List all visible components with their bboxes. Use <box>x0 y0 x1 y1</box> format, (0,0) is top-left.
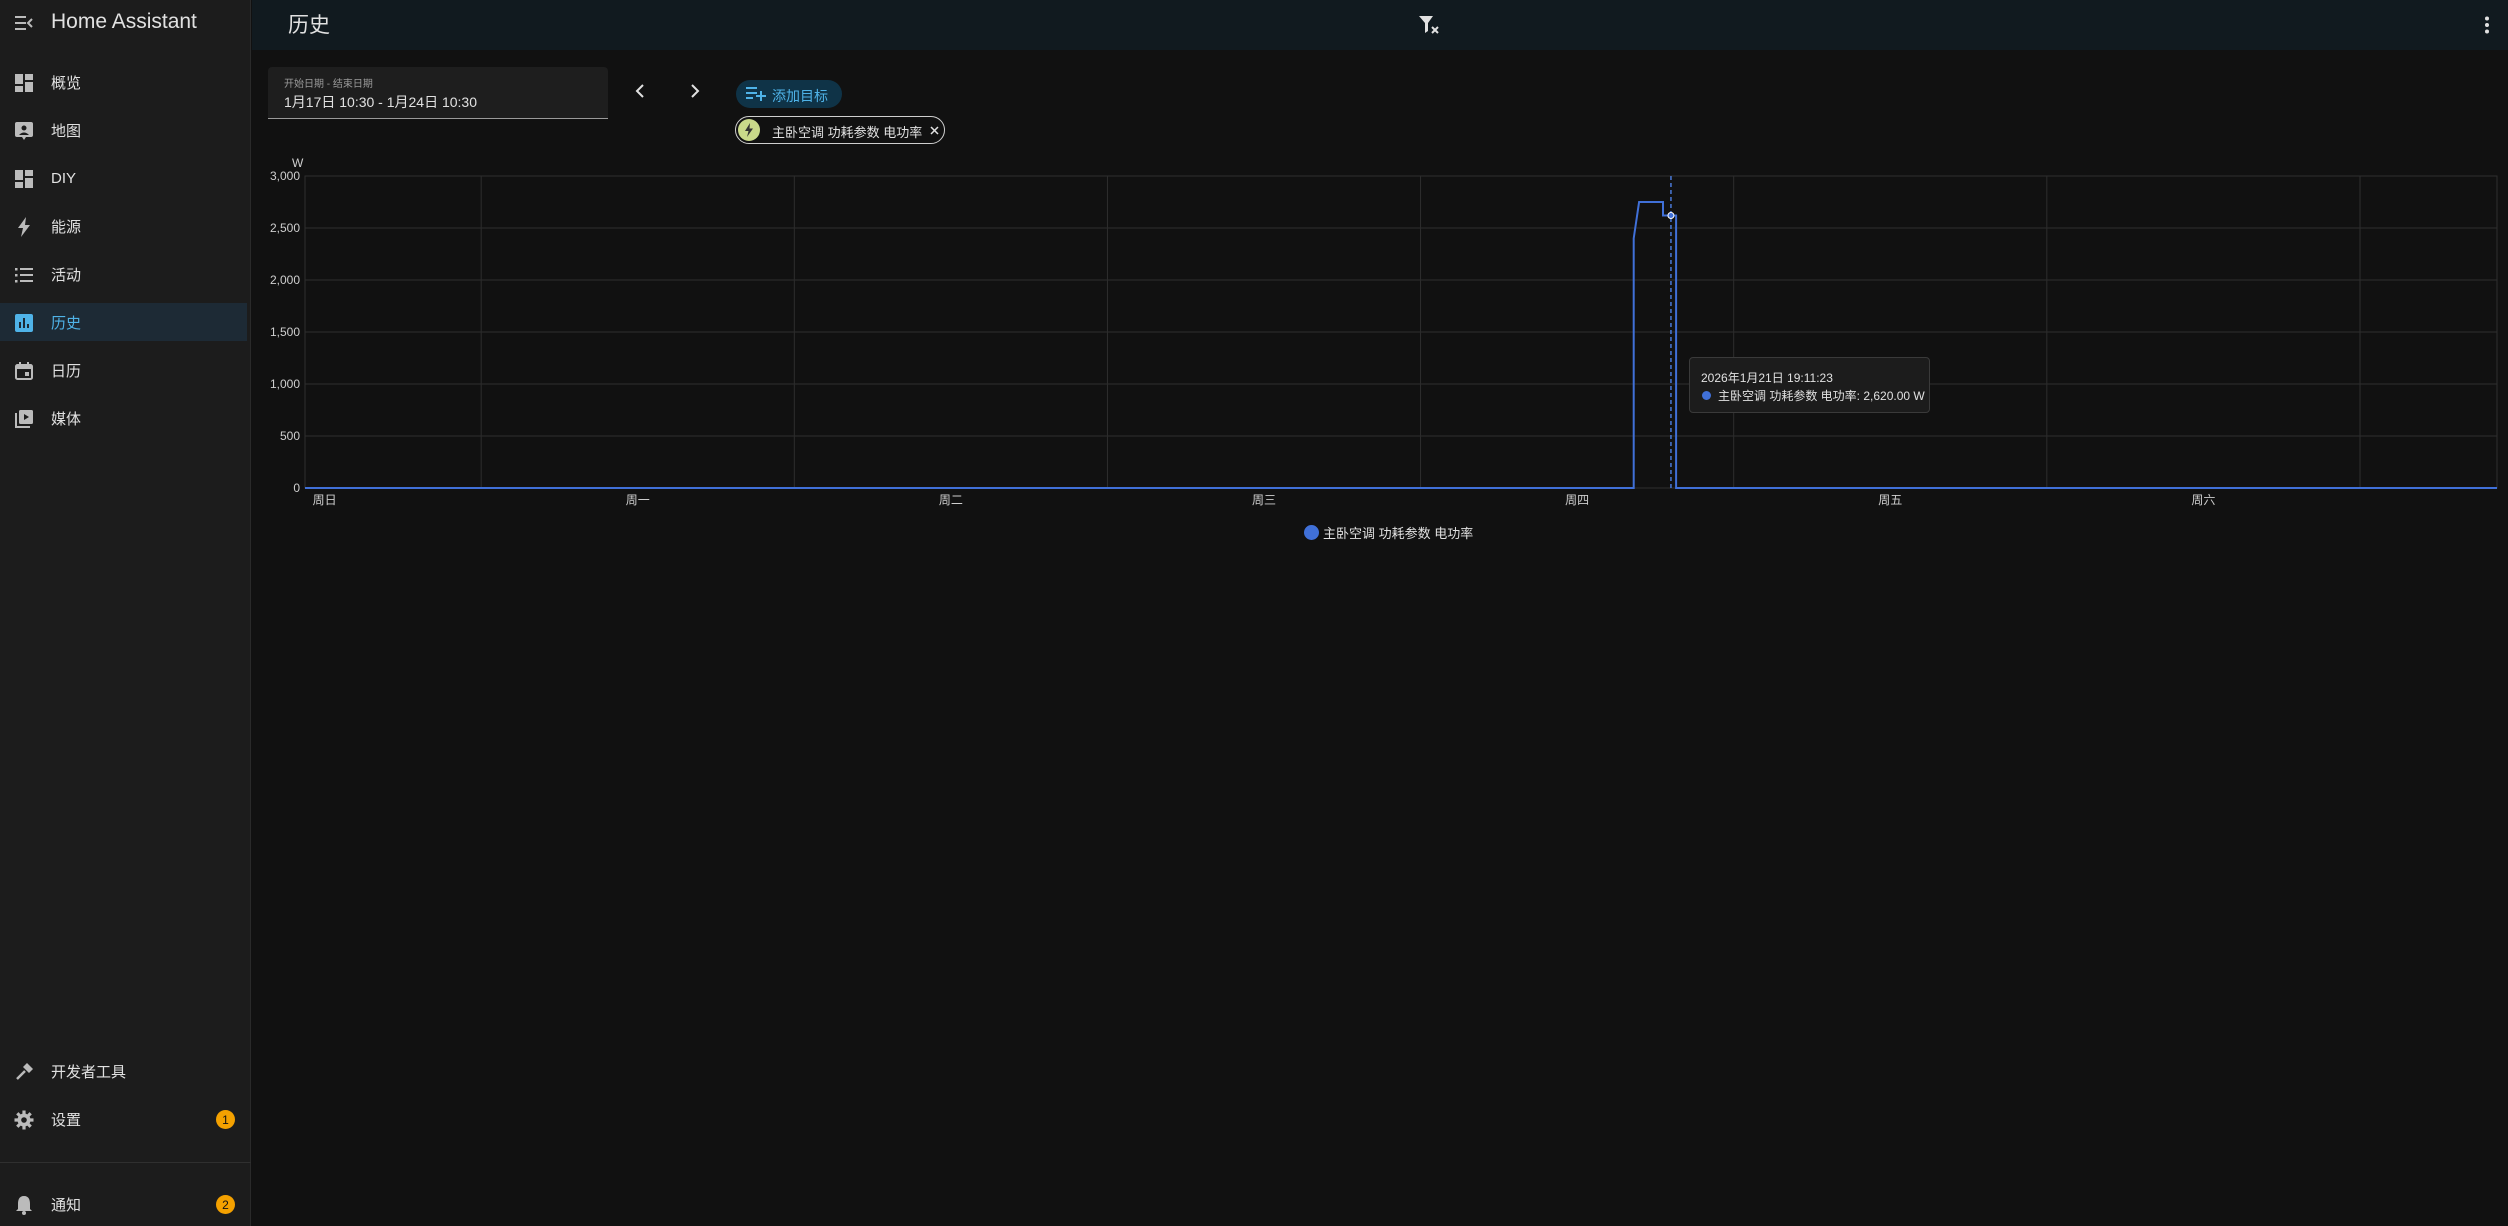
x-tick-label: 周三 <box>1252 493 1276 507</box>
gear-icon <box>13 1109 34 1130</box>
chevron-right-icon <box>690 83 700 103</box>
page-title: 历史 <box>288 14 330 37</box>
top-app-bar: 历史 <box>252 0 2508 50</box>
date-range-picker[interactable]: 开始日期 - 结束日期 1月17日 10:30 - 1月24日 10:30 <box>268 67 608 119</box>
settings-badge: 1 <box>216 1110 235 1129</box>
media-icon <box>13 408 34 429</box>
sidebar-item-diy[interactable]: DIY <box>0 159 247 197</box>
sidebar-item-notifications[interactable]: 通知 2 <box>0 1185 247 1223</box>
sidebar-item-label: 通知 <box>51 1196 82 1214</box>
calendar-icon <box>13 360 34 381</box>
next-period-button[interactable] <box>682 80 708 106</box>
sidebar-header: Home Assistant <box>0 0 250 46</box>
x-tick-label: 周日 <box>313 493 337 507</box>
sidebar-item-label: 日历 <box>51 362 82 380</box>
clear-filter-icon[interactable] <box>1417 12 1443 38</box>
playlist-plus-icon <box>746 86 766 107</box>
previous-period-button[interactable] <box>627 80 653 106</box>
sidebar-item-label: 媒体 <box>51 410 82 428</box>
sidebar-item-media[interactable]: 媒体 <box>0 399 247 437</box>
sidebar-item-developer-tools[interactable]: 开发者工具 <box>0 1052 247 1090</box>
sidebar-item-label: 设置 <box>51 1111 82 1129</box>
chart-legend-item[interactable]: 主卧空调 功耗参数 电功率 <box>1304 522 1473 542</box>
hover-point <box>1667 212 1675 220</box>
map-icon <box>13 120 34 141</box>
dashboard-icon <box>13 168 34 189</box>
date-range-value: 1月17日 10:30 - 1月24日 10:30 <box>284 94 478 110</box>
sidebar-item-settings[interactable]: 设置 1 <box>0 1100 247 1138</box>
chevron-left-icon <box>635 83 645 103</box>
sidebar-item-history[interactable]: 历史 <box>0 303 247 341</box>
sidebar-item-overview[interactable]: 概览 <box>0 63 247 101</box>
bell-icon <box>13 1194 34 1215</box>
sidebar-item-label: 活动 <box>51 266 82 284</box>
y-tick-label: 2,000 <box>270 273 300 287</box>
menu-collapse-icon[interactable] <box>12 12 36 34</box>
chart-tooltip: 2026年1月21日 19:11:23 主卧空调 功耗参数 电功率: 2,620… <box>1689 357 1930 413</box>
y-tick-label: 1,000 <box>270 377 300 391</box>
hammer-icon <box>13 1061 34 1082</box>
sidebar-item-calendar[interactable]: 日历 <box>0 351 247 389</box>
more-vert-icon[interactable] <box>2474 12 2500 38</box>
target-chip-label: 主卧空调 功耗参数 电功率 <box>772 125 923 140</box>
x-tick-label: 周一 <box>626 493 650 507</box>
add-target-button[interactable]: 添加目标 <box>736 80 842 108</box>
sidebar: Home Assistant 概览 地图 DIY 能源 活动 历史 日历 媒体 … <box>0 0 251 1226</box>
sidebar-item-label: 地图 <box>51 122 82 140</box>
target-chip[interactable]: 主卧空调 功耗参数 电功率 <box>735 116 945 144</box>
lightning-icon <box>738 119 760 141</box>
x-tick-label: 周四 <box>1565 493 1589 507</box>
lightning-icon <box>13 216 34 237</box>
sidebar-item-logbook[interactable]: 活动 <box>0 255 247 293</box>
tooltip-value: 主卧空调 功耗参数 电功率: 2,620.00 W <box>1718 389 1925 403</box>
legend-marker <box>1304 524 1319 540</box>
y-tick-label: 2,500 <box>270 221 300 235</box>
sidebar-item-label: 开发者工具 <box>51 1063 127 1081</box>
date-range-label: 开始日期 - 结束日期 <box>284 79 373 90</box>
sidebar-divider <box>0 1162 251 1163</box>
notifications-badge: 2 <box>216 1195 235 1214</box>
dashboard-icon <box>13 72 34 93</box>
tooltip-timestamp: 2026年1月21日 19:11:23 <box>1701 371 1833 385</box>
chart-svg: 0 500 1,000 1,500 2,000 2,500 3,000W 周日 周一 周二 周三 周四… <box>270 156 2498 507</box>
list-icon <box>13 264 34 285</box>
sidebar-item-energy[interactable]: 能源 <box>0 207 247 245</box>
close-icon[interactable] <box>927 123 941 137</box>
app-title: Home Assistant <box>51 10 197 33</box>
y-tick-label: 500 <box>280 429 300 443</box>
tooltip-series-marker <box>1702 391 1711 400</box>
sidebar-item-label: DIY <box>51 169 77 187</box>
y-tick-label: 0 <box>293 481 300 495</box>
add-target-label: 添加目标 <box>772 88 828 104</box>
x-tick-label: 周六 <box>2191 493 2215 507</box>
y-tick-label: 1,500 <box>270 325 300 339</box>
sidebar-item-label: 历史 <box>51 314 82 332</box>
sidebar-item-map[interactable]: 地图 <box>0 111 247 149</box>
y-tick-label: 3,000 <box>270 169 300 183</box>
x-tick-label: 周五 <box>1878 493 1902 507</box>
y-unit-label: W <box>292 156 304 170</box>
sidebar-item-label: 能源 <box>51 218 82 236</box>
history-chart[interactable]: 0 500 1,000 1,500 2,000 2,500 3,000 W 周日 周一 周二 周三 周四… <box>260 150 2500 550</box>
sidebar-item-label: 概览 <box>51 74 82 92</box>
series-line <box>305 201 2497 489</box>
legend-label: 主卧空调 功耗参数 电功率 <box>1323 525 1474 541</box>
chart-box-icon <box>13 312 34 333</box>
x-tick-label: 周二 <box>939 493 963 507</box>
